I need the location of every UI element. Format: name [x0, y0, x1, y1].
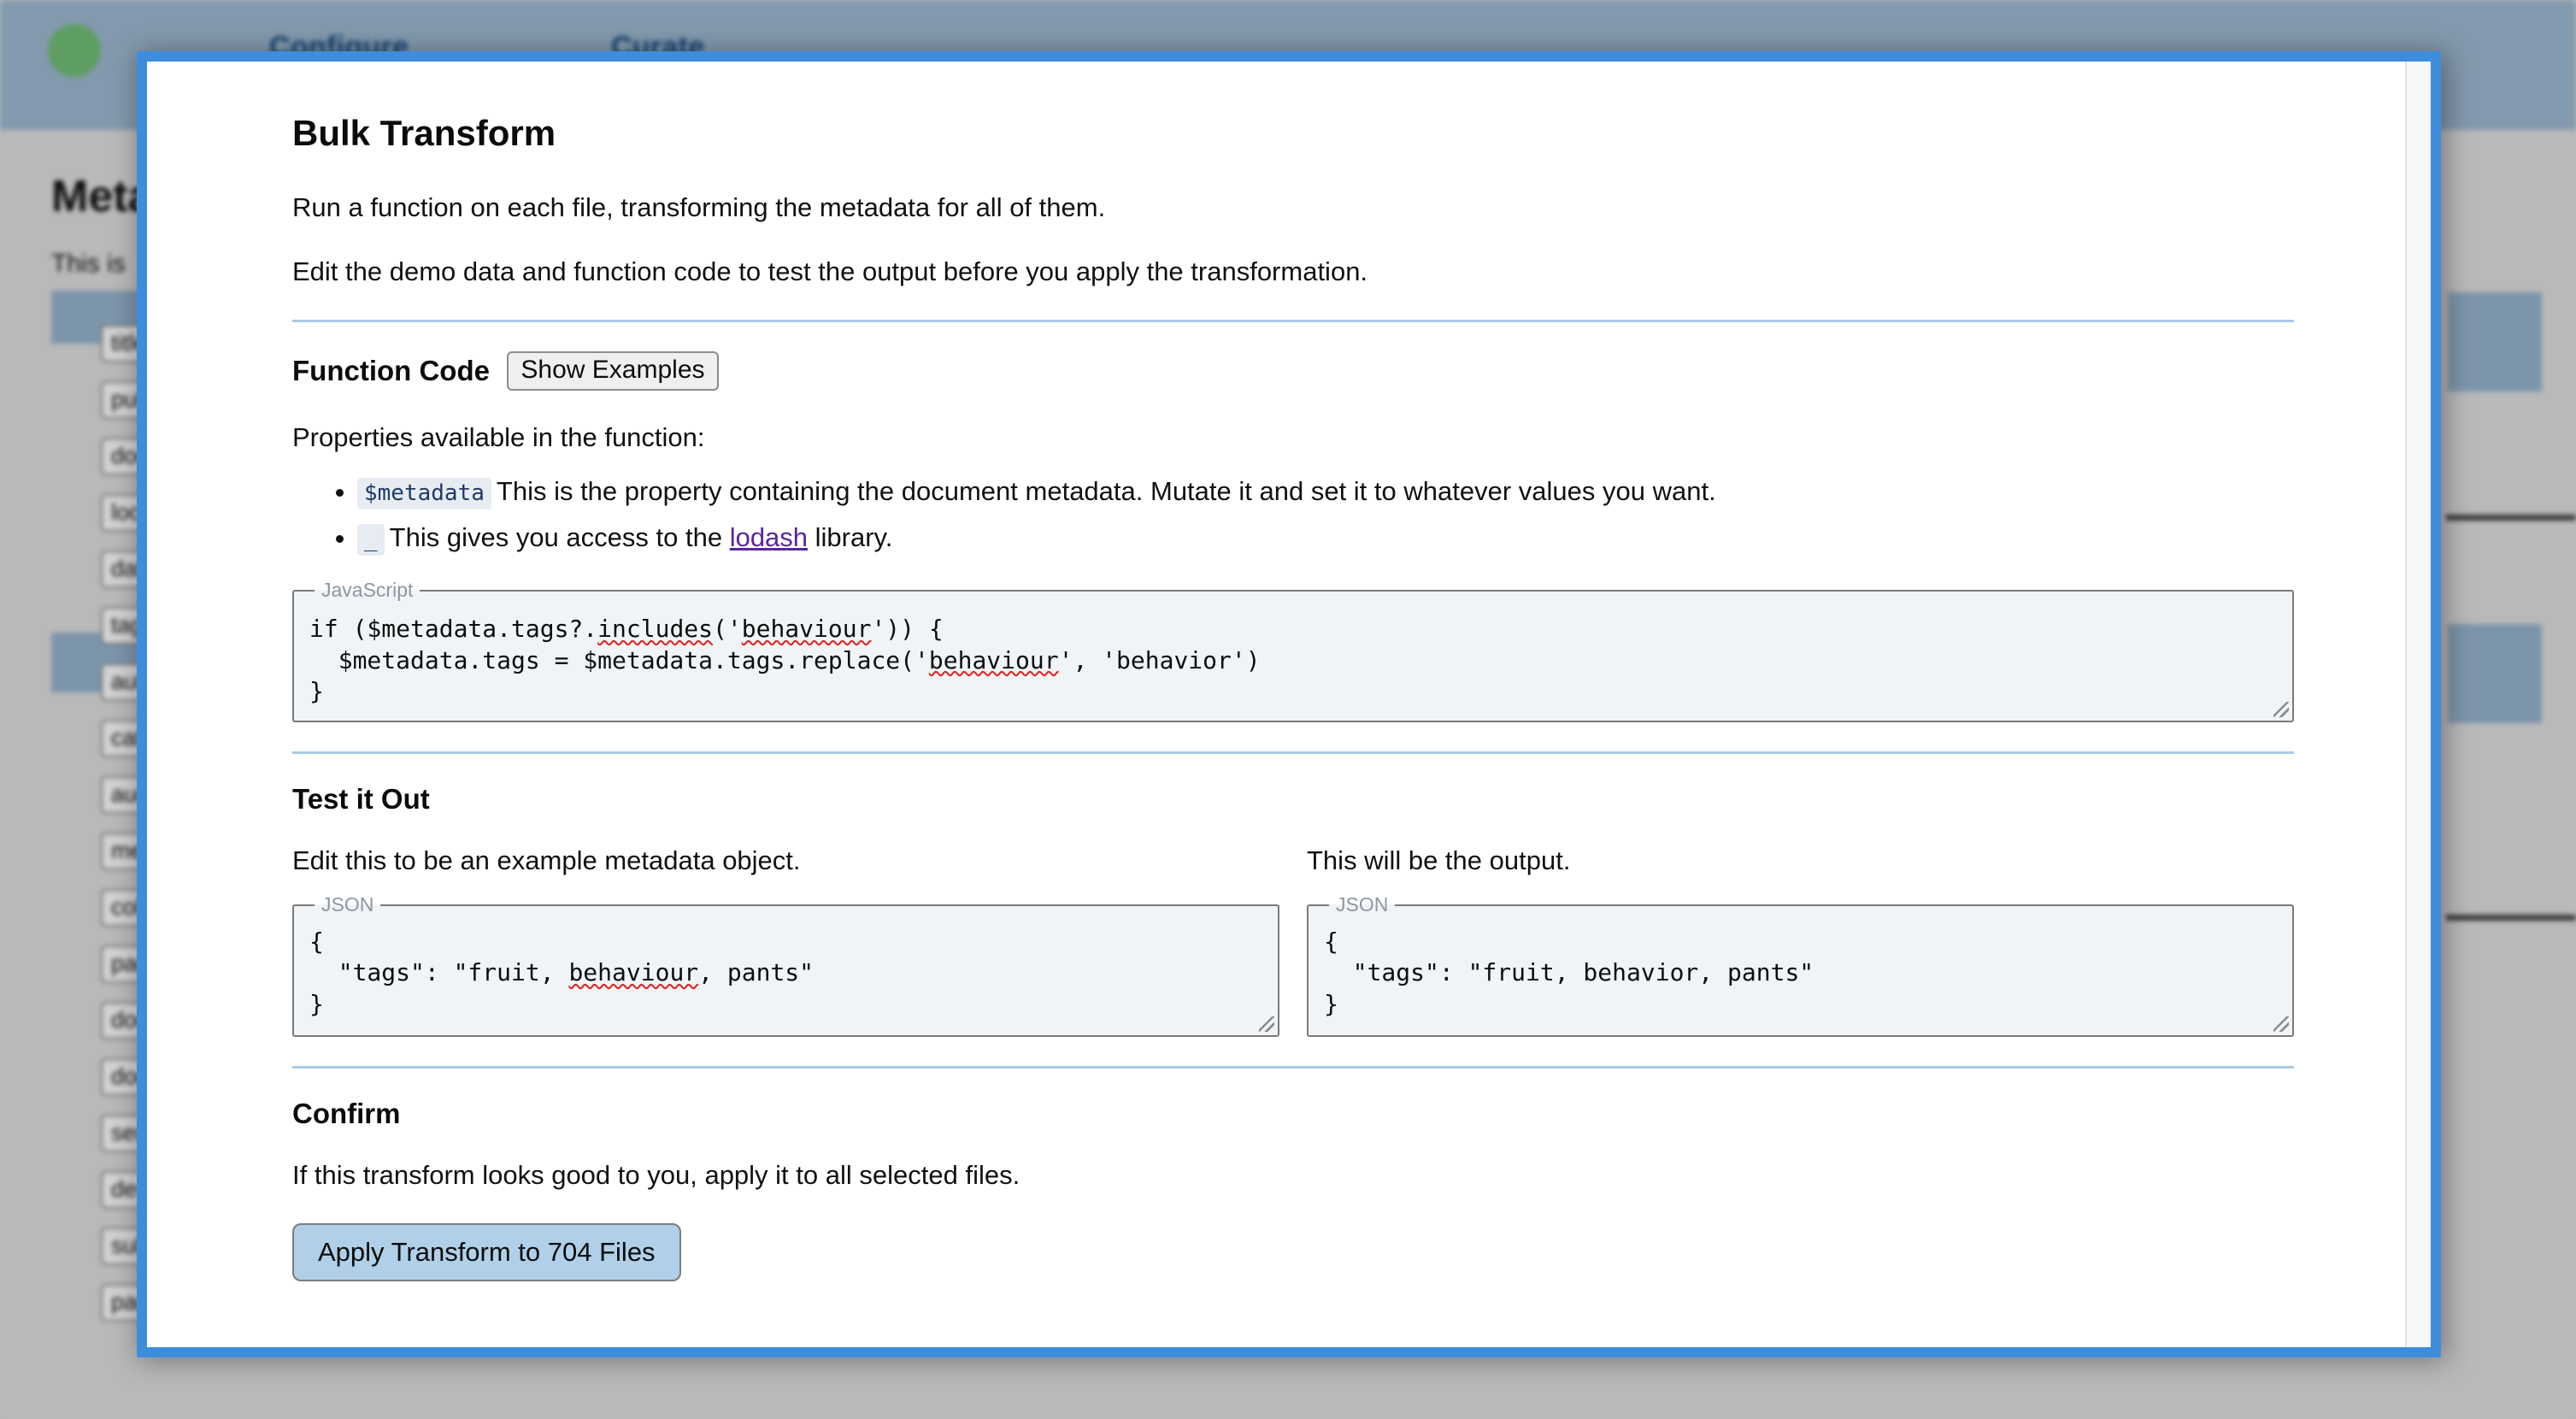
test-input-legend: JSON: [321, 893, 374, 916]
test-output-editor[interactable]: JSON { "tags": "fruit, behavior, pants" …: [1307, 893, 2294, 1038]
bulk-transform-dialog: Bulk Transform Run a function on each fi…: [137, 51, 2441, 1357]
code-line: ')) {: [871, 615, 944, 644]
metadata-code-token: $metadata: [357, 478, 491, 510]
apply-transform-button[interactable]: Apply Transform to 704 Files: [292, 1222, 681, 1281]
test-input-editor[interactable]: JSON { "tags": "fruit, behaviour, pants"…: [292, 893, 1279, 1038]
code-line: ', 'behavior'): [1058, 645, 1261, 674]
code-line: , pants": [698, 958, 815, 987]
section-divider: [292, 319, 2294, 322]
code-misspelling: behaviour: [741, 615, 872, 644]
dialog-title: Bulk Transform: [292, 113, 556, 153]
list-item: _This gives you access to the lodash lib…: [357, 517, 2294, 558]
function-code-editor[interactable]: JavaScript if ($metadata.tags?.includes(…: [292, 579, 2294, 723]
confirm-text: If this transform looks good to you, app…: [292, 1160, 1020, 1191]
properties-available-label: Properties available in the function:: [292, 421, 705, 452]
section-divider: [292, 751, 2294, 755]
avatar[interactable]: [48, 24, 101, 77]
test-it-out-heading: Test it Out: [292, 783, 430, 815]
test-input-content[interactable]: { "tags": "fruit, behaviour, pants" }: [309, 927, 1262, 1020]
lodash-link[interactable]: lodash: [730, 522, 808, 552]
dialog-surface: Bulk Transform Run a function on each fi…: [147, 62, 2431, 1347]
code-line: {: [1324, 927, 1338, 957]
selection-block: [2448, 292, 2542, 392]
code-line: "tags": "fruit,: [309, 958, 569, 987]
code-line: {: [309, 927, 324, 957]
lodash-description-before: This gives you access to the: [389, 522, 730, 553]
dialog-scrollbar[interactable]: [2405, 62, 2431, 1347]
section-divider: [292, 1066, 2294, 1069]
function-code-section-header: Function Code Show Examples: [292, 350, 2294, 391]
resize-grip-icon[interactable]: [1259, 1016, 1274, 1033]
test-output-legend: JSON: [1336, 893, 1389, 916]
test-input-column: Edit this to be an example metadata obje…: [292, 845, 1279, 1038]
test-output-content: { "tags": "fruit, behavior, pants" }: [1324, 927, 2277, 1020]
function-code-editor-content[interactable]: if ($metadata.tags?.includes('behaviour'…: [309, 614, 2277, 707]
properties-list: $metadataThis is the property containing…: [292, 471, 2294, 558]
list-item: $metadataThis is the property containing…: [357, 471, 2294, 512]
divider: [2446, 515, 2576, 521]
test-it-out-columns: Edit this to be an example metadata obje…: [292, 845, 2294, 1038]
code-line: }: [309, 989, 324, 1018]
code-line: $metadata.tags = $metadata.tags.replace(…: [309, 645, 929, 674]
code-line: }: [309, 677, 324, 706]
lodash-code-token: _: [357, 524, 385, 556]
code-line: "tags": "fruit, behavior, pants": [1324, 958, 1814, 987]
page-subtitle: This is: [51, 250, 126, 278]
divider: [2446, 915, 2576, 921]
code-misspelling: includes: [597, 615, 714, 644]
function-code-heading: Function Code: [292, 354, 490, 386]
code-misspelling: behaviour: [568, 958, 699, 987]
resize-grip-icon[interactable]: [2273, 1016, 2289, 1033]
code-misspelling: behaviour: [928, 645, 1059, 674]
test-output-column: This will be the output. JSON { "tags": …: [1307, 845, 2294, 1038]
resize-grip-icon[interactable]: [2273, 702, 2289, 718]
lodash-description-after: library.: [808, 522, 893, 553]
dialog-content: Bulk Transform Run a function on each fi…: [147, 62, 2405, 1347]
code-line: }: [1324, 989, 1338, 1018]
metadata-description: This is the property containing the docu…: [496, 476, 1716, 507]
code-line: if ($metadata.tags?.: [309, 615, 598, 644]
selection-block: [2448, 624, 2542, 723]
test-input-label: Edit this to be an example metadata obje…: [292, 845, 801, 876]
dialog-intro-line-2: Edit the demo data and function code to …: [292, 256, 1368, 286]
code-line: (': [713, 615, 742, 644]
test-output-label: This will be the output.: [1307, 845, 1571, 876]
show-examples-button[interactable]: Show Examples: [507, 350, 719, 391]
function-code-editor-legend: JavaScript: [321, 579, 414, 602]
confirm-heading: Confirm: [292, 1098, 401, 1130]
dialog-intro-line-1: Run a function on each file, transformin…: [292, 192, 1106, 222]
